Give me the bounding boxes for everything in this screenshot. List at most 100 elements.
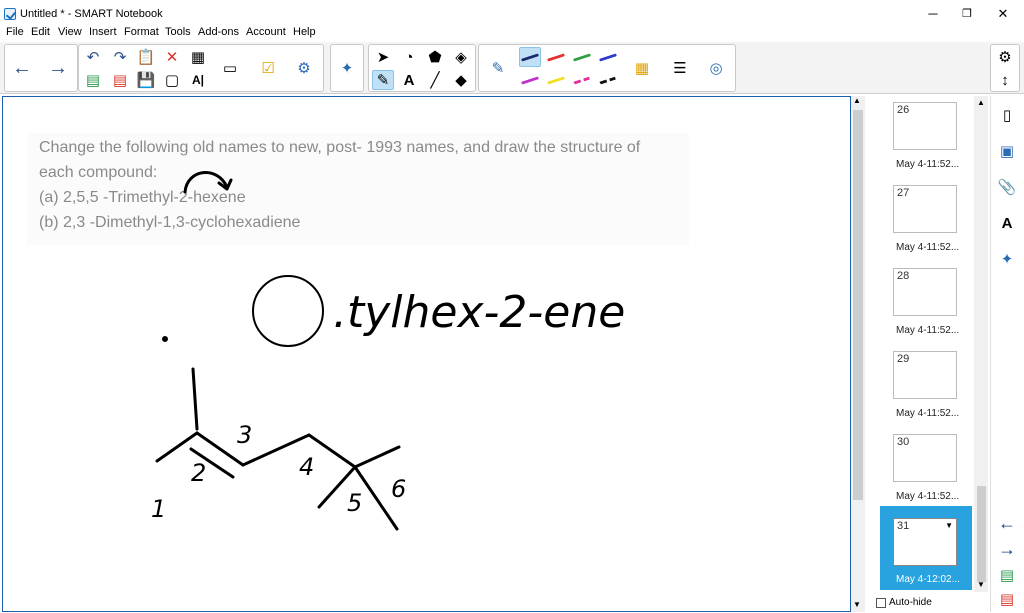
pen-style-red[interactable] bbox=[545, 47, 567, 67]
gallery-tab-icon[interactable]: ▣ bbox=[996, 140, 1018, 162]
fullscreen-icon[interactable]: ▢ bbox=[161, 70, 183, 90]
sidebar-add-page-icon[interactable]: ▤ bbox=[996, 564, 1018, 586]
window-title: Untitled * - SMART Notebook bbox=[20, 8, 163, 20]
menu-tools[interactable]: Tools bbox=[165, 26, 191, 38]
page-number: 29 bbox=[897, 353, 910, 365]
carbon-number-4: 4 bbox=[299, 453, 314, 481]
pen-icon[interactable]: ✎ bbox=[487, 58, 509, 78]
sidebar-prev-page-icon[interactable]: ← bbox=[996, 512, 1018, 534]
menu-account[interactable]: Account bbox=[246, 26, 286, 38]
page-sorter-tab-icon[interactable]: ▯ bbox=[996, 104, 1018, 126]
next-page-icon[interactable]: → bbox=[47, 57, 69, 79]
undo-icon[interactable]: ↶ bbox=[82, 47, 104, 67]
pen-style-black-dashed[interactable] bbox=[597, 70, 619, 90]
select-icon[interactable]: ➤ bbox=[372, 47, 394, 67]
line-icon[interactable]: ╱ bbox=[424, 70, 446, 90]
line-style-icon[interactable]: ☰ bbox=[669, 58, 691, 78]
canvas-scrollbar[interactable]: ▲ ▼ bbox=[851, 96, 865, 612]
notebook-canvas[interactable]: Change the following old names to new, p… bbox=[2, 96, 851, 612]
text-icon[interactable]: A bbox=[398, 70, 420, 90]
eraser-icon[interactable]: ◆ bbox=[450, 70, 472, 90]
menu-add-ons[interactable]: Add-ons bbox=[198, 26, 239, 38]
canvas-scroll-thumb[interactable] bbox=[853, 110, 863, 500]
handwriting-layer: 1 2 3 4 5 6 .tylhex-2-ene bbox=[151, 170, 625, 531]
handwritten-compound-name: .tylhex-2-ene bbox=[333, 287, 625, 338]
page-label-31: May 4-12:02... bbox=[896, 574, 960, 585]
menu-edit[interactable]: Edit bbox=[31, 26, 50, 38]
bond-c1-c2 bbox=[155, 431, 199, 463]
toolbar-position-icon[interactable]: ↕ bbox=[994, 70, 1016, 90]
settings-icon[interactable]: ⚙ bbox=[994, 47, 1016, 67]
page-thumbnail-30[interactable]: 30 bbox=[893, 434, 957, 482]
pen-style-green[interactable] bbox=[571, 47, 593, 67]
pen-style-blue[interactable] bbox=[519, 47, 541, 67]
menu-insert[interactable]: Insert bbox=[89, 26, 117, 38]
page-thumbnail-27[interactable]: 27 bbox=[893, 185, 957, 233]
fill-icon[interactable]: ◈ bbox=[450, 47, 472, 67]
page-sorter-scrollbar[interactable]: ▲ ▼ bbox=[974, 96, 988, 592]
shape-icon[interactable]: ◔ bbox=[398, 47, 420, 67]
carbon-number-2: 2 bbox=[191, 459, 206, 487]
puzzle-icon[interactable]: ✦ bbox=[336, 58, 358, 78]
sorter-scroll-up-icon[interactable]: ▲ bbox=[977, 98, 985, 107]
screen-shade-icon[interactable]: ▭ bbox=[219, 58, 241, 78]
menu-help[interactable]: Help bbox=[293, 26, 316, 38]
polygon-icon[interactable]: ⬟ bbox=[424, 47, 446, 67]
previous-page-icon[interactable]: ← bbox=[11, 57, 33, 79]
properties-tab-icon[interactable]: A bbox=[996, 212, 1018, 234]
restore-button[interactable]: ❐ bbox=[952, 5, 982, 25]
page-thumbnail-29[interactable]: 29 bbox=[893, 351, 957, 399]
delete-page-icon[interactable]: ▤ bbox=[109, 70, 131, 90]
menu-file[interactable]: File bbox=[6, 26, 24, 38]
sidebar-delete-page-icon[interactable]: ▤ bbox=[996, 588, 1018, 610]
page-menu-chevron-icon[interactable]: ▼ bbox=[945, 521, 953, 530]
sorter-scroll-down-icon[interactable]: ▼ bbox=[977, 580, 985, 589]
page-number: 28 bbox=[897, 270, 910, 282]
carbon-number-5: 5 bbox=[347, 489, 362, 517]
add-ons-tab-icon[interactable]: ✦ bbox=[996, 248, 1018, 270]
page-label-29: May 4-11:52... bbox=[896, 408, 960, 419]
page-label-27: May 4-11:52... bbox=[896, 242, 960, 253]
toolbar-settings-group: ⚙ ↕ bbox=[990, 44, 1020, 92]
carbon-number-6: 6 bbox=[391, 475, 406, 503]
page-sorter-scroll-thumb[interactable] bbox=[977, 486, 986, 582]
page-thumbnail-31[interactable]: 31 ▼ bbox=[893, 518, 957, 566]
auto-hide-option[interactable]: Auto-hide bbox=[876, 597, 932, 608]
menu-view[interactable]: View bbox=[58, 26, 82, 38]
scroll-down-icon[interactable]: ▼ bbox=[853, 600, 861, 609]
minimize-button[interactable]: ─ bbox=[918, 5, 948, 25]
add-page-icon[interactable]: ▤ bbox=[82, 70, 104, 90]
drawn-circle bbox=[252, 275, 324, 347]
carbon-number-1: 1 bbox=[151, 495, 166, 523]
table-icon[interactable]: ▦ bbox=[187, 47, 209, 67]
page-number: 30 bbox=[897, 436, 910, 448]
page-label-28: May 4-11:52... bbox=[896, 325, 960, 336]
properties-icon[interactable]: ◎ bbox=[705, 58, 727, 78]
attachments-tab-icon[interactable]: 📎 bbox=[996, 176, 1018, 198]
sidebar-next-page-icon[interactable]: → bbox=[996, 538, 1018, 560]
pen-style-yellow[interactable] bbox=[545, 70, 567, 90]
page-thumbnail-28[interactable]: 28 bbox=[893, 268, 957, 316]
add-ons-icon[interactable]: ⚙ bbox=[293, 58, 315, 78]
bond-c5-methyl bbox=[353, 445, 401, 469]
pen-style-navy[interactable] bbox=[597, 47, 619, 67]
delete-icon[interactable]: ✕ bbox=[161, 47, 183, 67]
activity-icon[interactable]: ☑ bbox=[257, 58, 279, 78]
redo-icon[interactable]: ↷ bbox=[109, 47, 131, 67]
extras-group: ✦ bbox=[330, 44, 364, 92]
save-icon[interactable]: 💾 bbox=[135, 70, 157, 90]
scroll-up-icon[interactable]: ▲ bbox=[853, 96, 861, 105]
page-thumbnail-26[interactable]: 26 bbox=[893, 102, 957, 150]
navigation-group: ← → bbox=[4, 44, 78, 92]
pens-icon[interactable]: ✎ bbox=[372, 70, 394, 90]
color-palette-icon[interactable]: ▦ bbox=[631, 58, 653, 78]
close-button[interactable]: ✕ bbox=[988, 5, 1018, 25]
auto-hide-checkbox[interactable] bbox=[876, 597, 886, 608]
menu-format[interactable]: Format bbox=[124, 26, 159, 38]
toolbar: ← → ↶ ↷ 📋 ✕ ▦ ▭ ☑ ⚙ ▤ ▤ 💾 ▢ A| ✦ ➤ ◔ ⬟ ◈… bbox=[0, 42, 1024, 94]
text-recognition-icon[interactable]: A| bbox=[187, 70, 209, 90]
paste-icon[interactable]: 📋 bbox=[135, 47, 157, 67]
pen-style-pink-dashed[interactable] bbox=[571, 70, 593, 90]
auto-hide-label: Auto-hide bbox=[889, 597, 932, 608]
pen-style-magenta[interactable] bbox=[519, 70, 541, 90]
